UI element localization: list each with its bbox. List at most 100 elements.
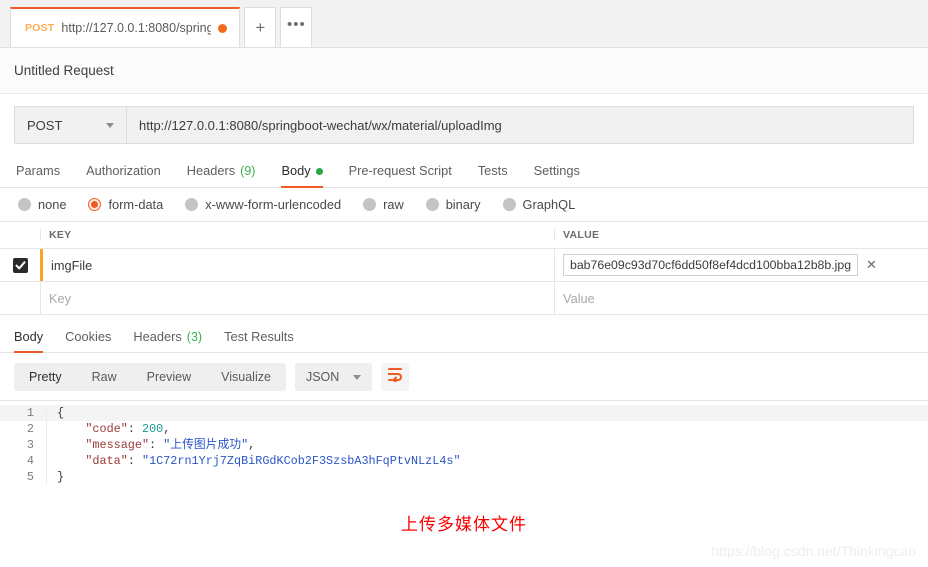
table-row: imgFile bab76e09c93d70cf6dd50f8ef4dcd100…	[0, 249, 928, 282]
selected-file-name: bab76e09c93d70cf6dd50f8ef4dcd100bba12b8b…	[570, 258, 852, 272]
watermark-text: https://blog.csdn.net/Thinkingcao	[711, 543, 916, 559]
body-type-binary-label: binary	[445, 197, 481, 212]
json-colon: :	[127, 422, 142, 436]
tab-options-button[interactable]: •••	[280, 7, 313, 47]
response-tab-headers-label: Headers	[133, 329, 182, 344]
chevron-down-icon	[353, 374, 362, 380]
radio-icon	[185, 198, 199, 211]
tab-params[interactable]: Params	[14, 163, 73, 187]
json-colon: :	[127, 454, 142, 468]
response-tab-headers[interactable]: Headers (3)	[122, 329, 213, 352]
tab-headers-count: (9)	[240, 164, 256, 178]
tab-url-label: http://127.0.0.1:8080/springbo...	[61, 21, 212, 35]
response-tabs: Body Cookies Headers (3) Test Results	[0, 321, 928, 353]
table-row: Key Value	[0, 282, 928, 315]
row-checkbox-cell	[0, 282, 40, 314]
selected-file-chip[interactable]: bab76e09c93d70cf6dd50f8ef4dcd100bba12b8b…	[563, 254, 859, 276]
line-number: 5	[26, 470, 34, 484]
tab-tests[interactable]: Tests	[465, 163, 521, 187]
json-colon: :	[149, 438, 164, 452]
body-type-form-data[interactable]: form-data	[88, 197, 163, 212]
word-wrap-icon	[387, 367, 403, 387]
json-key-data: "data"	[85, 454, 128, 468]
unsaved-changes-dot	[218, 23, 228, 33]
view-mode-segmented-control: Pretty Raw Preview Visualize	[14, 363, 286, 391]
tab-pre-request-script-label: Pre-request Script	[348, 163, 452, 178]
line-number: 3	[26, 438, 34, 452]
remove-file-icon[interactable]: ✕	[866, 257, 877, 273]
tab-params-label: Params	[16, 163, 61, 178]
code-line: 5 }	[0, 469, 928, 485]
view-mode-visualize[interactable]: Visualize	[206, 363, 286, 391]
tab-settings[interactable]: Settings	[521, 163, 593, 187]
url-input[interactable]: http://127.0.0.1:8080/springboot-wechat/…	[126, 106, 914, 144]
response-tab-headers-count: (3)	[186, 330, 203, 344]
response-tab-cookies[interactable]: Cookies	[54, 329, 122, 352]
code-text: }	[46, 469, 928, 485]
view-mode-pretty[interactable]: Pretty	[14, 363, 77, 391]
word-wrap-toggle-button[interactable]	[381, 363, 410, 391]
body-type-raw[interactable]: raw	[363, 197, 404, 212]
tab-pre-request-script[interactable]: Pre-request Script	[336, 163, 465, 187]
body-type-binary[interactable]: binary	[425, 197, 481, 212]
line-number: 4	[26, 454, 34, 468]
tab-authorization[interactable]: Authorization	[73, 163, 174, 187]
response-tab-test-results-label: Test Results	[224, 329, 294, 344]
body-type-graphql-label: GraphQL	[522, 197, 576, 212]
body-type-x-www-form-urlencoded[interactable]: x-www-form-urlencoded	[185, 197, 341, 212]
new-tab-button[interactable]: +	[244, 7, 277, 47]
tab-body[interactable]: Body	[268, 163, 335, 188]
radio-icon	[363, 198, 377, 211]
line-number: 2	[26, 422, 34, 436]
view-mode-preview[interactable]: Preview	[132, 363, 206, 391]
code-text: "message": "上传图片成功",	[46, 437, 928, 453]
body-type-raw-label: raw	[383, 197, 404, 212]
annotation-text: 上传多媒体文件	[401, 515, 527, 535]
code-line: 4 "data": "1C72rn1Yrj7ZqBiRGdKCob2F3Szsb…	[0, 453, 928, 469]
response-format-value: JSON	[305, 370, 340, 384]
response-tab-test-results[interactable]: Test Results	[213, 329, 305, 352]
body-type-none[interactable]: none	[18, 197, 66, 212]
table-header-row: KEY VALUE	[0, 222, 928, 249]
row-value-cell: bab76e09c93d70cf6dd50f8ef4dcd100bba12b8b…	[554, 249, 928, 281]
row-enabled-checkbox[interactable]	[12, 257, 28, 273]
json-key-message: "message"	[85, 438, 150, 452]
code-line: 2 "code": 200,	[0, 421, 928, 437]
radio-icon	[425, 198, 439, 211]
form-data-table: KEY VALUE imgFile bab76e09c93d70cf6dd50f…	[0, 221, 928, 315]
code-line: 3 "message": "上传图片成功",	[0, 437, 928, 453]
body-type-graphql[interactable]: GraphQL	[502, 197, 576, 212]
code-line: 1 {	[0, 405, 928, 421]
response-tab-body-label: Body	[14, 329, 44, 344]
response-format-select[interactable]: JSON	[294, 363, 373, 391]
json-value-message: "上传图片成功"	[163, 438, 249, 452]
code-text: "code": 200,	[46, 421, 928, 437]
request-tabs: Params Authorization Headers (9) Body Pr…	[0, 154, 928, 188]
code-text: "data": "1C72rn1Yrj7ZqBiRGdKCob2F3SzsbA3…	[46, 453, 928, 469]
body-type-none-label: none	[38, 197, 67, 212]
body-active-dot-icon	[315, 168, 323, 175]
response-view-toolbar: Pretty Raw Preview Visualize JSON	[0, 353, 928, 400]
new-value-input[interactable]: Value	[554, 282, 928, 314]
row-key-input[interactable]: imgFile	[40, 249, 554, 281]
tab-body-label: Body	[281, 163, 311, 178]
body-type-radio-group: none form-data x-www-form-urlencoded raw…	[0, 188, 928, 221]
response-tab-body[interactable]: Body	[8, 329, 54, 353]
json-comma: ,	[163, 422, 171, 436]
request-tab[interactable]: POST http://127.0.0.1:8080/springbo...	[10, 7, 241, 47]
code-open-brace: {	[57, 406, 65, 420]
column-header-key: KEY	[40, 229, 554, 241]
json-value-code: 200	[141, 422, 164, 436]
json-value-data: "1C72rn1Yrj7ZqBiRGdKCob2F3SzsbA3hFqPtvNL…	[141, 454, 461, 468]
response-tab-cookies-label: Cookies	[65, 329, 112, 344]
http-method-value: POST	[27, 117, 63, 133]
view-mode-raw[interactable]: Raw	[77, 363, 132, 391]
radio-icon	[502, 198, 516, 211]
new-key-input[interactable]: Key	[40, 282, 554, 314]
response-body-code: 1 { 2 "code": 200, 3 "message": "上传图片成功"…	[0, 400, 928, 485]
url-row: POST http://127.0.0.1:8080/springboot-we…	[0, 94, 928, 154]
column-header-value: VALUE	[554, 229, 928, 241]
http-method-select[interactable]: POST	[14, 106, 126, 144]
tab-headers[interactable]: Headers (9)	[174, 163, 269, 187]
row-checkbox-cell	[0, 249, 40, 281]
